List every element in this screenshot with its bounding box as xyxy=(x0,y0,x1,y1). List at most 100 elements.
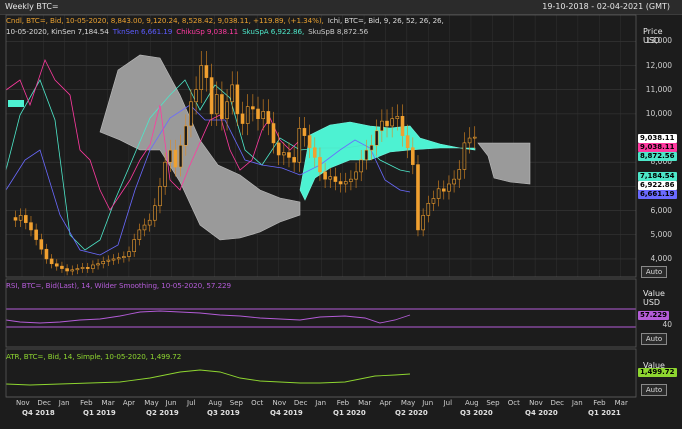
candle xyxy=(457,169,462,180)
x-month-label: Dec xyxy=(37,399,51,407)
candle xyxy=(24,215,28,223)
candle xyxy=(271,123,276,144)
rsi-legend: RSI, BTC=, Bid(Last), 14, Wilder Smoothi… xyxy=(6,281,231,290)
price-badge: 6,661.19 xyxy=(638,190,677,199)
price-tick: 6,000 xyxy=(650,205,672,215)
candle xyxy=(29,222,33,231)
x-quarter-label: Q3 2019 xyxy=(207,409,240,417)
candle xyxy=(85,267,90,269)
x-month-label: Mar xyxy=(614,399,628,407)
candle xyxy=(194,89,198,103)
candle xyxy=(333,176,338,182)
candle xyxy=(256,108,260,119)
candle xyxy=(400,115,405,136)
candle xyxy=(369,144,374,151)
candle xyxy=(380,120,384,132)
candle xyxy=(447,183,451,192)
price-legend-line1: Cndl, BTC=, Bid, 10-05-2020, 8,843.00, 9… xyxy=(6,16,448,25)
x-month-label: Dec xyxy=(550,399,565,407)
candle xyxy=(359,159,364,173)
price-tick: 5,000 xyxy=(650,229,672,239)
legend_line2-1: TknSen 6,661.19 xyxy=(112,27,173,36)
candle xyxy=(60,265,64,269)
x-month-label: Feb xyxy=(593,399,606,407)
candle xyxy=(75,268,80,271)
candle xyxy=(405,135,410,149)
x-month-label: Feb xyxy=(336,399,350,407)
legend_line1-1: Ichi, BTC=, Bid, 9, 26, 52, 26, 26, xyxy=(327,16,444,25)
candle xyxy=(158,186,162,207)
candle xyxy=(116,257,121,260)
candle xyxy=(96,263,100,266)
x-month-label: Nov xyxy=(16,399,30,407)
price-badge: 8,872.56 xyxy=(638,152,677,161)
x-month-label: Apr xyxy=(122,399,136,407)
rsi-value-badge: 57.229 xyxy=(638,311,670,320)
atr-auto-button[interactable]: Auto xyxy=(641,384,667,396)
candle xyxy=(374,130,379,146)
chart-canvas[interactable] xyxy=(0,0,682,429)
candle xyxy=(452,178,456,185)
candle xyxy=(127,251,131,257)
legend_line2-2: ChikuSp 9,038.11 xyxy=(176,27,239,36)
candle xyxy=(338,181,343,185)
candle xyxy=(467,137,472,144)
candle xyxy=(214,94,219,115)
x-month-label: Sep xyxy=(486,399,500,407)
legend_line1-0: Cndl, BTC=, Bid, 10-05-2020, 8,843.00, 9… xyxy=(6,16,324,25)
candle xyxy=(395,115,400,119)
price-badge: 6,922.86 xyxy=(638,181,677,190)
candle xyxy=(183,125,188,146)
candle xyxy=(364,149,369,161)
candle xyxy=(240,113,245,124)
price-badge: 9,038.11 xyxy=(638,143,677,152)
candle xyxy=(385,120,389,127)
x-month-label: May xyxy=(144,399,159,407)
x-month-label: Jul xyxy=(443,399,453,407)
x-quarter-label: Q3 2020 xyxy=(460,409,493,417)
x-month-label: Jan xyxy=(571,399,583,407)
x-quarter-label: Q4 2020 xyxy=(525,409,558,417)
candle xyxy=(199,65,204,90)
candle xyxy=(349,178,353,182)
legend_line2-0: 10-05-2020, KinSen 7,184.54 xyxy=(6,27,109,36)
candle xyxy=(44,248,49,260)
candle xyxy=(462,142,467,170)
candle xyxy=(142,224,147,231)
x-quarter-label: Q1 2019 xyxy=(83,409,116,417)
candle xyxy=(431,198,436,204)
candle xyxy=(421,215,425,231)
x-month-label: May xyxy=(400,399,416,407)
candle xyxy=(354,171,358,180)
x-month-label: Aug xyxy=(208,399,223,407)
candle xyxy=(287,152,291,158)
x-quarter-label: Q2 2020 xyxy=(395,409,428,417)
x-month-label: Jan xyxy=(58,399,70,407)
candle xyxy=(80,267,85,269)
x-month-label: Nov xyxy=(529,399,543,407)
legend_line2-3: SkuSpA 6,922.86, xyxy=(242,27,305,36)
candle xyxy=(266,111,271,124)
candle xyxy=(106,259,111,262)
x-month-label: Mar xyxy=(101,399,115,407)
candle xyxy=(189,101,193,127)
candle xyxy=(292,157,296,163)
price-badge: 7,184.54 xyxy=(638,172,677,181)
candle xyxy=(132,239,136,252)
candle xyxy=(91,264,95,269)
candle xyxy=(18,215,23,221)
candle xyxy=(416,164,420,231)
x-quarter-label: Q4 2018 xyxy=(22,409,55,417)
candle xyxy=(101,261,106,265)
candle xyxy=(251,106,255,110)
candle xyxy=(282,152,286,156)
x-month-label: Jun xyxy=(422,399,434,407)
candle xyxy=(168,149,173,163)
candle xyxy=(323,171,327,180)
candle xyxy=(312,147,317,158)
rsi-auto-button[interactable]: Auto xyxy=(641,333,667,345)
x-quarter-label: Q1 2020 xyxy=(333,409,366,417)
candle xyxy=(225,101,229,119)
price-auto-button[interactable]: Auto xyxy=(641,266,667,278)
x-month-label: Sep xyxy=(229,399,243,407)
